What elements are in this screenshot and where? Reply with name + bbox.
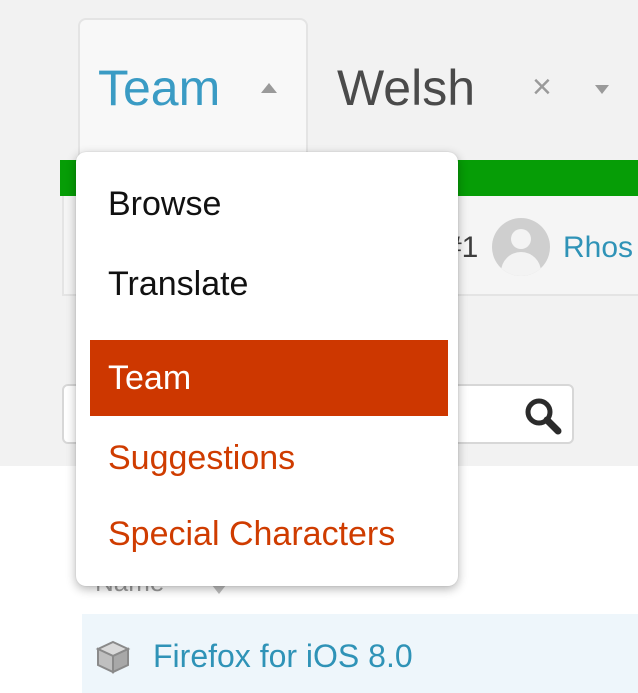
avatar (492, 218, 550, 276)
menu-item-team[interactable]: Team (90, 340, 448, 416)
avatar-body (501, 252, 541, 276)
menu-item-suggestions[interactable]: Suggestions (90, 420, 448, 496)
search-icon[interactable] (520, 393, 568, 441)
menu-item-translate[interactable]: Translate (90, 246, 448, 322)
context-dropdown-menu: Browse Translate Team Suggestions Specia… (76, 152, 458, 586)
menu-item-special-characters[interactable]: Special Characters (90, 496, 448, 572)
context-selector-label[interactable]: Team (98, 55, 220, 121)
package-icon (95, 640, 131, 674)
locale-name: Welsh (337, 60, 476, 116)
avatar-head (511, 229, 531, 249)
contributor-name-link[interactable]: Rhos (563, 228, 633, 268)
project-name-link[interactable]: Firefox for iOS 8.0 (153, 636, 413, 676)
menu-item-browse[interactable]: Browse (90, 166, 448, 242)
chevron-down-icon[interactable] (595, 85, 609, 94)
close-icon[interactable]: × (532, 67, 552, 107)
caret-up-icon (261, 83, 277, 93)
